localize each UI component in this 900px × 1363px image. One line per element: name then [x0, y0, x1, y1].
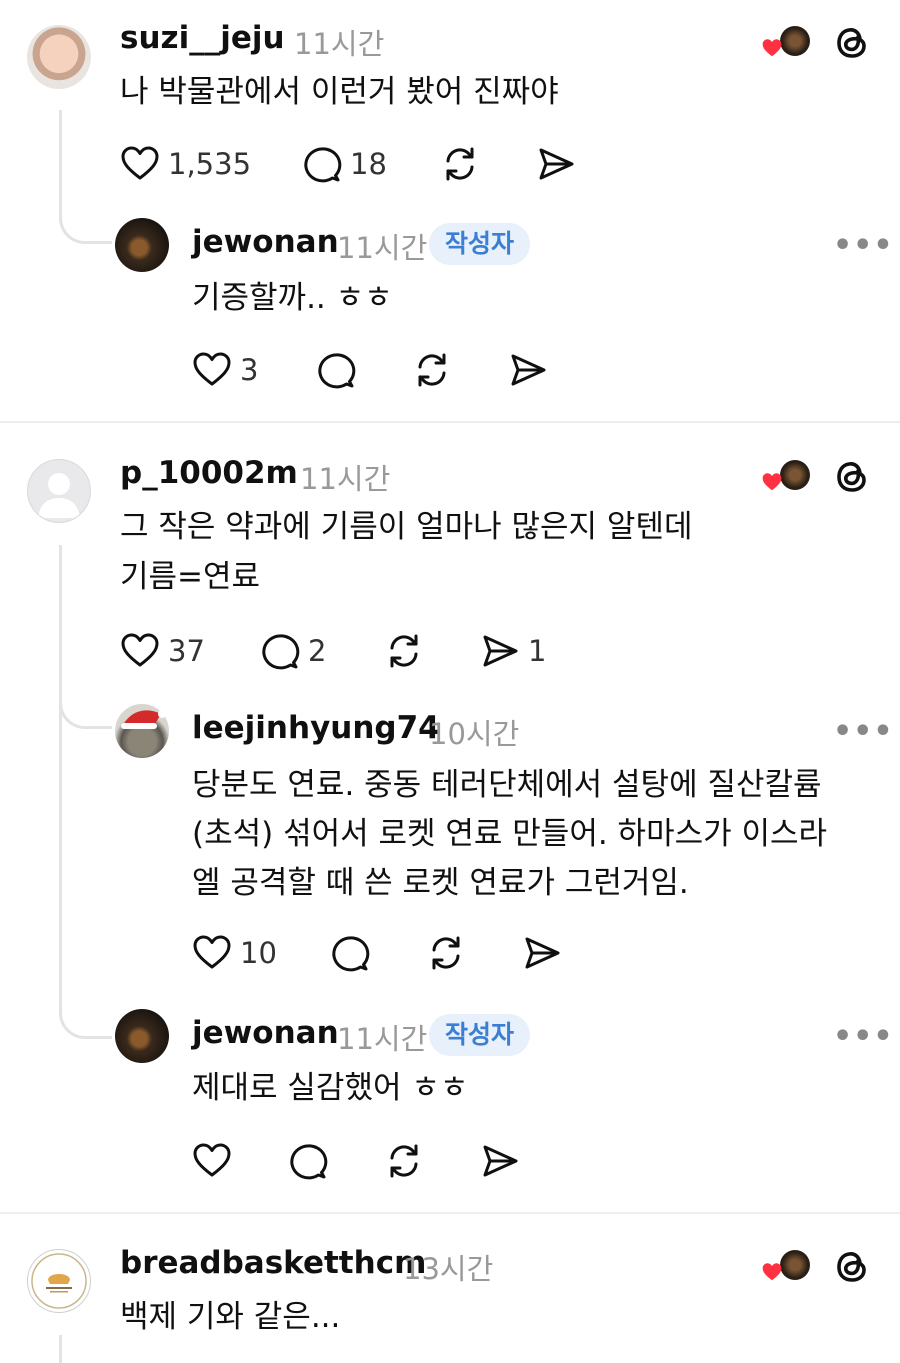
- heart-icon: [120, 631, 160, 671]
- repost-icon: [440, 144, 480, 184]
- reply-button[interactable]: 2: [260, 631, 326, 671]
- reply-button[interactable]: [330, 933, 370, 973]
- username[interactable]: jewonan: [192, 224, 339, 260]
- username[interactable]: jewonan: [192, 1015, 339, 1051]
- repost-button[interactable]: [412, 350, 452, 390]
- timestamp: 11시간: [337, 1022, 428, 1056]
- username[interactable]: suzi__jeju: [120, 20, 285, 56]
- liked-heart-icon: [762, 1263, 782, 1281]
- repost-button[interactable]: [384, 1141, 424, 1181]
- like-button[interactable]: 1,535: [120, 144, 251, 184]
- share-button[interactable]: [480, 1141, 520, 1181]
- share-icon: [480, 1141, 520, 1181]
- default-avatar-icon: [38, 473, 80, 518]
- repost-icon: [384, 1141, 424, 1181]
- heart-icon: [192, 1141, 232, 1181]
- thread-connector-curve: [59, 680, 112, 729]
- username[interactable]: p_10002m: [120, 455, 298, 491]
- like-count: 10: [240, 936, 277, 970]
- santa-hat-icon: [121, 710, 166, 729]
- liked-heart-icon: [762, 39, 782, 57]
- share-button[interactable]: [522, 933, 562, 973]
- heart-icon: [120, 144, 160, 184]
- author-badge: 작성자: [429, 1014, 531, 1056]
- threads-icon[interactable]: [832, 1246, 872, 1286]
- share-icon: [508, 350, 548, 390]
- username[interactable]: breadbasketthcm: [120, 1245, 426, 1281]
- divider: [0, 421, 900, 423]
- repost-icon: [412, 350, 452, 390]
- more-icon[interactable]: •••: [833, 228, 894, 263]
- avatar[interactable]: [115, 1009, 169, 1063]
- liker-avatar: [780, 26, 810, 56]
- heart-icon: [192, 350, 232, 390]
- comment-text: 나 박물관에서 이런거 봤어 진짜야: [120, 74, 559, 110]
- comment-icon: [260, 631, 300, 671]
- avatar[interactable]: [27, 459, 91, 523]
- comment-text-line: 엘 공격할 때 쓴 로켓 연료가 그런거임.: [192, 865, 689, 901]
- comment-text: 제대로 실감했어 ㅎㅎ: [192, 1070, 469, 1106]
- repost-button[interactable]: [384, 631, 424, 671]
- comment-text-line: (초석) 섞어서 로켓 연료 만들어. 하마스가 이스라: [192, 816, 828, 852]
- reply-count: 18: [350, 147, 387, 181]
- comment-text-line: 그 작은 약과에 기름이 얼마나 많은지 알텐데: [120, 509, 693, 545]
- share-count: 1: [528, 634, 547, 668]
- comment-text: 백제 기와 같은...: [120, 1299, 341, 1335]
- share-button[interactable]: [536, 144, 576, 184]
- like-button[interactable]: 10: [192, 933, 277, 973]
- comment-text-line: 기름=연료: [120, 559, 261, 595]
- timestamp: 10시간: [429, 717, 520, 751]
- timestamp: 13시간: [403, 1252, 494, 1286]
- comment-text-line: 당분도 연료. 중동 테러단체에서 설탕에 질산칼륨: [192, 767, 822, 803]
- repost-button[interactable]: [426, 933, 466, 973]
- liker-avatar: [780, 460, 810, 490]
- timestamp: 11시간: [300, 462, 391, 496]
- comment-icon: [316, 350, 356, 390]
- reply-count: 2: [308, 634, 327, 668]
- timestamp: 11시간: [337, 231, 428, 265]
- avatar[interactable]: [27, 25, 91, 89]
- comment-text: 기증할까.. ㅎㅎ: [192, 280, 393, 316]
- share-button[interactable]: [508, 350, 548, 390]
- share-icon: [522, 933, 562, 973]
- share-icon: [480, 631, 520, 671]
- reply-button[interactable]: [316, 350, 356, 390]
- repost-icon: [426, 933, 466, 973]
- avatar[interactable]: [27, 1249, 91, 1313]
- more-icon[interactable]: •••: [833, 1019, 894, 1054]
- like-count: 3: [240, 353, 259, 387]
- username[interactable]: leejinhyung74: [192, 710, 440, 746]
- thread-connector: [59, 1335, 62, 1363]
- reply-button[interactable]: 18: [302, 144, 387, 184]
- like-button[interactable]: 37: [120, 631, 205, 671]
- comment-icon: [302, 144, 342, 184]
- author-badge: 작성자: [429, 223, 531, 265]
- like-button[interactable]: [192, 1141, 232, 1181]
- reply-button[interactable]: [288, 1141, 328, 1181]
- timestamp: 11시간: [294, 27, 385, 61]
- heart-icon: [192, 933, 232, 973]
- repost-icon: [384, 631, 424, 671]
- like-button[interactable]: 3: [192, 350, 258, 390]
- threads-icon[interactable]: [832, 456, 872, 496]
- comment-icon: [330, 933, 370, 973]
- avatar[interactable]: [115, 704, 169, 758]
- comment-icon: [288, 1141, 328, 1181]
- threads-icon[interactable]: [832, 22, 872, 62]
- liker-avatar: [780, 1250, 810, 1280]
- thread-connector: [59, 545, 62, 1015]
- more-icon[interactable]: •••: [833, 714, 894, 749]
- like-count: 1,535: [168, 147, 252, 181]
- divider: [0, 1212, 900, 1214]
- thread-connector-curve: [59, 990, 112, 1039]
- repost-button[interactable]: [440, 144, 480, 184]
- share-icon: [536, 144, 576, 184]
- share-button[interactable]: 1: [480, 631, 546, 671]
- like-count: 37: [168, 634, 205, 668]
- bread-logo-icon: [31, 1253, 87, 1309]
- liked-heart-icon: [762, 473, 782, 491]
- thread-connector-curve: [59, 195, 112, 244]
- avatar[interactable]: [115, 218, 169, 272]
